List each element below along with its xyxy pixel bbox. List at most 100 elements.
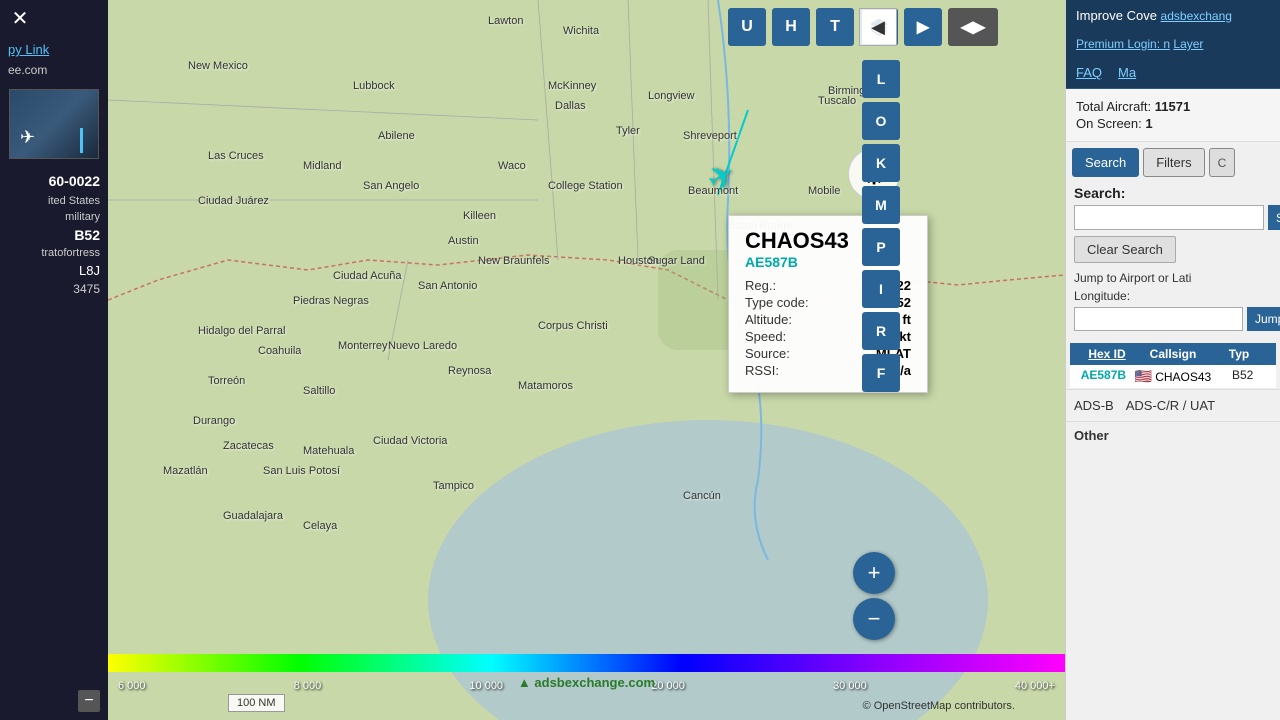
improve-coverage-text: Improve Cove	[1076, 8, 1157, 23]
filter-adsb-label: ADS-B	[1074, 398, 1114, 413]
alt-20000: 20 000	[651, 680, 685, 692]
right-panel: Improve Cove adsbexchang Premium Login: …	[1065, 0, 1280, 720]
stats-section: Total Aircraft: 11571 On Screen: 1	[1066, 89, 1280, 142]
btn-f[interactable]: F	[862, 354, 900, 392]
btn-i[interactable]: I	[862, 270, 900, 308]
attribution-text: © OpenStreetMap contributors.	[863, 700, 1015, 712]
filter-section: ADS-B ADS-C/R / UAT	[1066, 389, 1280, 421]
thumb-pole	[80, 128, 83, 153]
alt-8000: 8 000	[294, 680, 322, 692]
flag-icon: 🇺🇸	[1135, 368, 1152, 385]
btn-t[interactable]: T	[816, 8, 854, 46]
map-attribution: © OpenStreetMap contributors.	[863, 700, 1015, 712]
alt-30000: 30 000	[833, 680, 867, 692]
sidebar-link[interactable]: py Link	[0, 38, 108, 61]
alt-6000: 6 000	[118, 680, 146, 692]
premium-login-link[interactable]: Premium Login: n	[1076, 37, 1170, 51]
table-header: Hex ID Callsign Typ	[1070, 343, 1276, 365]
popup-alt-label: Altitude:	[745, 312, 792, 327]
tab-filters[interactable]: Filters	[1143, 148, 1204, 177]
btn-m[interactable]: M	[862, 186, 900, 224]
total-aircraft-value: 11571	[1155, 99, 1190, 114]
table-row[interactable]: AE587B 🇺🇸 CHAOS43 B52	[1070, 365, 1276, 389]
jump-input[interactable]	[1074, 307, 1243, 331]
search-filter-tabs: Search Filters C	[1066, 142, 1280, 177]
side-nav: L O K M P I R F	[862, 60, 900, 392]
sidebar-thumbnail: ✈	[9, 89, 99, 159]
btn-r[interactable]: R	[862, 312, 900, 350]
btn-nav-right[interactable]: ▶	[904, 8, 942, 46]
search-section: Search: Sear Clear Search	[1066, 177, 1280, 267]
alt-40000: 40 000+	[1015, 680, 1055, 692]
other-section: Other	[1066, 421, 1280, 449]
layer-link[interactable]: Layer	[1173, 37, 1203, 51]
table-header-hexid[interactable]: Hex ID	[1076, 347, 1138, 361]
on-screen-row: On Screen: 1	[1076, 116, 1270, 131]
callsign-text: CHAOS43	[1155, 370, 1211, 384]
jump-label: Jump to Airport or Lati	[1074, 271, 1272, 285]
popup-rssi-label: RSSI:	[745, 363, 779, 378]
sidebar-country: ited States	[0, 193, 108, 209]
on-screen-value: 1	[1145, 116, 1152, 131]
right-panel-links: FAQ Ma	[1066, 57, 1280, 89]
left-sidebar: ✕ py Link ee.com ✈ 60-0022 ited States m…	[0, 0, 108, 720]
jump-input-row: Jump	[1074, 307, 1272, 331]
table-cell-hex: AE587B	[1076, 368, 1131, 385]
map-link[interactable]: Ma	[1118, 65, 1136, 80]
sidebar-category: military	[0, 209, 108, 225]
sidebar-squawk: L8J	[0, 261, 108, 280]
table-cell-callsign: 🇺🇸 CHAOS43	[1135, 368, 1211, 385]
search-go-button[interactable]: Sear	[1268, 205, 1280, 230]
total-aircraft-row: Total Aircraft: 11571	[1076, 99, 1270, 114]
zoom-out-button[interactable]: −	[853, 598, 895, 640]
tab-search[interactable]: Search	[1072, 148, 1139, 177]
altitude-color-bar	[108, 654, 1065, 672]
btn-l[interactable]: L	[862, 60, 900, 98]
search-label: Search:	[1074, 185, 1272, 201]
sidebar-zoom-bar: −	[0, 682, 108, 720]
popup-speed-label: Speed:	[745, 329, 786, 344]
faq-link[interactable]: FAQ	[1076, 65, 1102, 80]
sidebar-zoom-minus[interactable]: −	[78, 690, 100, 712]
popup-source-label: Source:	[745, 346, 790, 361]
btn-u[interactable]: U	[728, 8, 766, 46]
search-input[interactable]	[1074, 205, 1264, 230]
popup-type-label: Type code:	[745, 295, 809, 310]
zoom-controls: + −	[853, 552, 895, 640]
btn-nav-arrows[interactable]: ◀▶	[948, 8, 998, 46]
sidebar-type-code: B52	[0, 225, 108, 245]
btn-h[interactable]: H	[772, 8, 810, 46]
adsbx-logo: ▲ adsbexchange.com	[518, 675, 655, 690]
btn-p[interactable]: P	[862, 228, 900, 266]
search-input-row: Sear	[1074, 205, 1272, 230]
sidebar-domain: ee.com	[0, 61, 108, 79]
table-header-type[interactable]: Typ	[1208, 347, 1270, 361]
popup-reg-label: Reg.:	[745, 278, 776, 293]
btn-k[interactable]: K	[862, 144, 900, 182]
alt-10000: 10 000	[469, 680, 503, 692]
jump-section: Jump to Airport or Lati Longitude: Jump	[1066, 267, 1280, 339]
other-label: Other	[1074, 428, 1272, 443]
jump-button[interactable]: Jump	[1247, 307, 1280, 331]
sidebar-registration: 60-0022	[0, 169, 108, 193]
collapse-panel-button[interactable]: ◀	[859, 8, 897, 46]
longitude-label: Longitude:	[1074, 289, 1272, 303]
map-area[interactable]: LawtonWichitaNew MexicoLubbockMcKinneyLo…	[108, 0, 1065, 720]
on-screen-label: On Screen:	[1076, 116, 1142, 131]
btn-o[interactable]: O	[862, 102, 900, 140]
tab-other[interactable]: C	[1209, 148, 1236, 177]
close-button[interactable]: ✕	[6, 4, 34, 32]
adsbx-link[interactable]: adsbexchang	[1161, 9, 1232, 23]
zoom-in-button[interactable]: +	[853, 552, 895, 594]
clear-search-button[interactable]: Clear Search	[1074, 236, 1176, 263]
sidebar-full-name: tratofortress	[0, 245, 108, 261]
filter-adsc-label: ADS-C/R / UAT	[1126, 398, 1215, 413]
right-panel-header: Improve Cove adsbexchang	[1066, 0, 1280, 31]
thumb-plane-icon: ✈	[20, 127, 35, 148]
table-cell-type: B52	[1215, 368, 1270, 385]
map-scale: 100 NM	[228, 694, 285, 712]
sidebar-altitude: 3475	[0, 280, 108, 298]
premium-section: Premium Login: n Layer	[1066, 31, 1280, 57]
total-aircraft-label: Total Aircraft:	[1076, 99, 1151, 114]
table-header-callsign[interactable]: Callsign	[1142, 347, 1204, 361]
